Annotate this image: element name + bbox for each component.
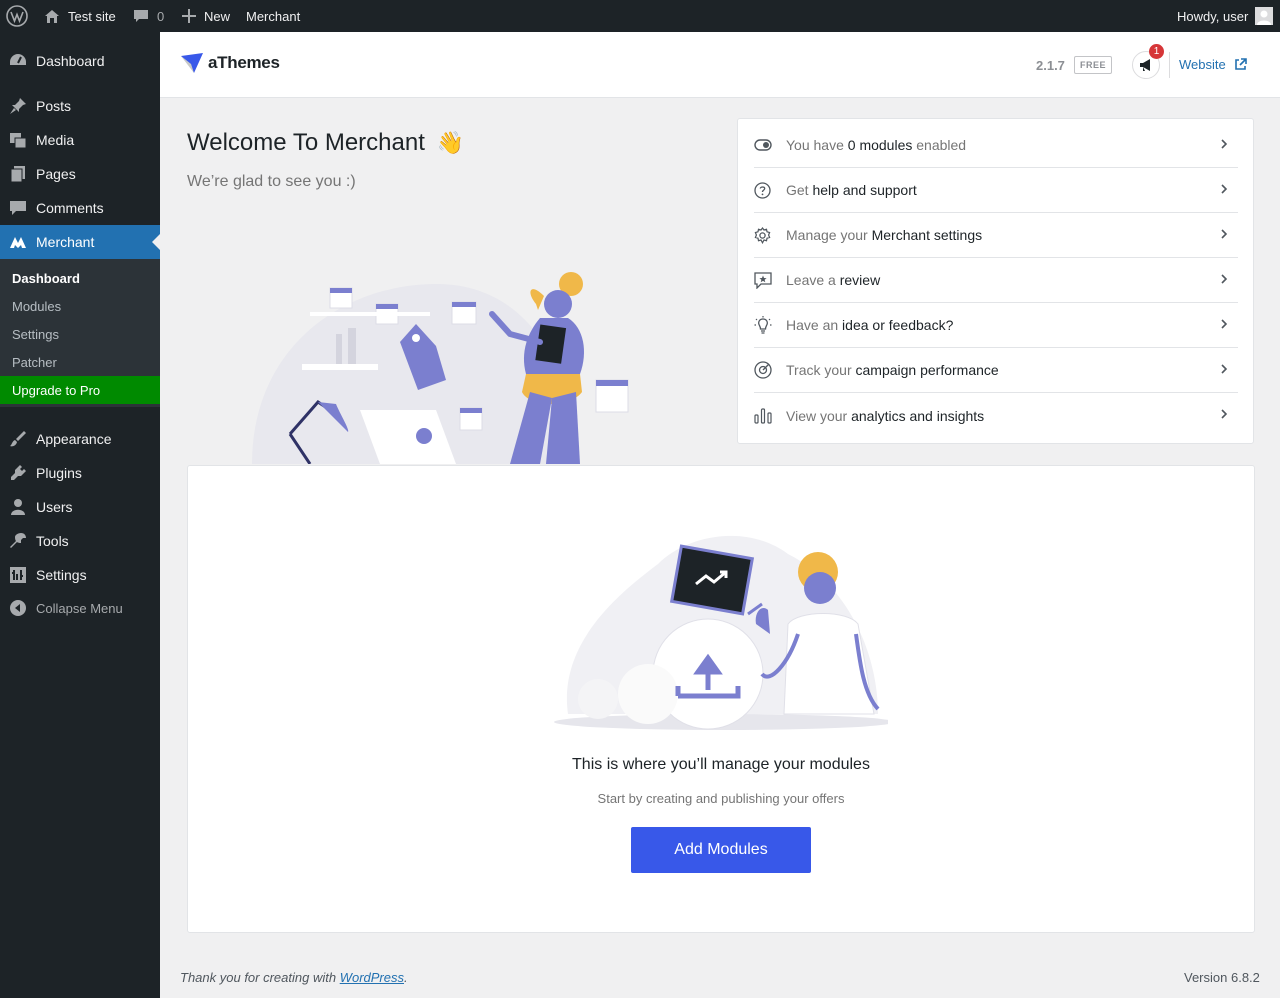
free-badge: FREE (1074, 56, 1112, 74)
plus-icon (182, 9, 196, 23)
merchant-submenu: Dashboard Modules Settings Patcher Upgra… (0, 259, 160, 407)
sidebar-item-users[interactable]: Users (0, 490, 160, 524)
athemes-logo[interactable]: aThemes (180, 52, 280, 74)
admin-bar: Test site 0 New Merchant Howdy, user (0, 0, 1280, 32)
modules-empty-title: This is where you’ll manage your modules (572, 756, 870, 773)
footer-version: Version 6.8.2 (1184, 970, 1260, 985)
avatar (1255, 7, 1274, 25)
chevron-right-icon (1220, 317, 1228, 333)
target-icon (754, 361, 786, 379)
sidebar-item-media[interactable]: Media (0, 123, 160, 157)
sidebar-item-merchant[interactable]: Merchant (0, 225, 160, 259)
chevron-right-icon (1220, 182, 1228, 198)
plugin-header: aThemes 2.1.7 FREE 1 Website (160, 32, 1280, 98)
quick-link-leave-review[interactable]: Leave a review (754, 258, 1238, 303)
help-icon (754, 181, 786, 199)
wordpress-link[interactable]: WordPress (340, 970, 404, 985)
admin-sidebar: Dashboard Posts Media Pages Comments Mer… (0, 32, 160, 998)
home-icon (44, 8, 60, 24)
collapse-menu-button[interactable]: Collapse Menu (0, 591, 160, 625)
plugin-version: 2.1.7 (1036, 58, 1065, 73)
current-menu-arrow (152, 234, 160, 250)
pages-icon (0, 165, 36, 183)
review-icon (754, 271, 786, 289)
chevron-right-icon (1220, 407, 1228, 423)
add-modules-button[interactable]: Add Modules (631, 827, 811, 873)
welcome-illustration (252, 272, 629, 464)
sidebar-item-dashboard[interactable]: Dashboard (0, 44, 160, 78)
plug-icon (0, 464, 36, 482)
submenu-item-dashboard[interactable]: Dashboard (0, 264, 160, 292)
footer-thanks: Thank you for creating with WordPress. (180, 970, 408, 985)
comment-bubble-icon (133, 8, 149, 24)
brush-icon (0, 430, 36, 448)
quick-link-campaign-performance[interactable]: Track your campaign performance (754, 348, 1238, 393)
site-name-link[interactable]: Test site (44, 0, 116, 32)
sidebar-item-appearance[interactable]: Appearance (0, 422, 160, 456)
sidebar-item-pages[interactable]: Pages (0, 157, 160, 191)
merchant-adminbar-link[interactable]: Merchant (246, 0, 300, 32)
dashboard-icon (0, 52, 36, 70)
modules-empty-subtitle: Start by creating and publishing your of… (597, 791, 845, 806)
merchant-icon (0, 233, 36, 251)
chevron-right-icon (1220, 272, 1228, 288)
sidebar-item-comments[interactable]: Comments (0, 191, 160, 225)
submenu-item-upgrade[interactable]: Upgrade to Pro (0, 376, 160, 404)
bar-chart-icon (754, 407, 786, 424)
toggle-icon (754, 139, 786, 151)
lightbulb-icon (754, 316, 786, 334)
sidebar-item-posts[interactable]: Posts (0, 89, 160, 123)
wrench-icon (0, 532, 36, 550)
quick-link-analytics[interactable]: View your analytics and insights (754, 393, 1238, 438)
quick-links-card: You have 0 modules enabled Get help and … (737, 118, 1254, 444)
athemes-logo-icon (181, 53, 203, 73)
submenu-item-settings[interactable]: Settings (0, 320, 160, 348)
account-menu[interactable]: Howdy, user (1177, 0, 1274, 32)
modules-illustration (554, 535, 888, 730)
page-title: Welcome To Merchant 👋 (187, 129, 465, 156)
quick-link-idea-feedback[interactable]: Have an idea or feedback? (754, 303, 1238, 348)
quick-link-merchant-settings[interactable]: Manage your Merchant settings (754, 213, 1238, 258)
comments-link[interactable]: 0 (133, 0, 164, 32)
external-link-icon (1234, 58, 1247, 70)
wordpress-logo-icon[interactable] (6, 0, 28, 32)
modules-empty-state-card: This is where you’ll manage your modules… (187, 465, 1255, 933)
chevron-right-icon (1220, 227, 1228, 243)
sidebar-item-tools[interactable]: Tools (0, 524, 160, 558)
collapse-icon (0, 600, 36, 616)
user-icon (0, 498, 36, 516)
quick-link-help-support[interactable]: Get help and support (754, 168, 1238, 213)
submenu-item-patcher[interactable]: Patcher (0, 348, 160, 376)
new-content-link[interactable]: New (182, 0, 230, 32)
pin-icon (0, 97, 36, 115)
submenu-item-modules[interactable]: Modules (0, 292, 160, 320)
settings-icon (0, 566, 36, 584)
header-divider (1169, 52, 1170, 78)
sidebar-item-settings[interactable]: Settings (0, 558, 160, 592)
media-icon (0, 131, 36, 149)
notification-count-badge: 1 (1149, 44, 1164, 59)
comment-icon (0, 199, 36, 217)
chevron-right-icon (1220, 137, 1228, 153)
page-subtitle: We’re glad to see you :) (187, 173, 356, 190)
sidebar-item-plugins[interactable]: Plugins (0, 456, 160, 490)
gear-icon (754, 226, 786, 244)
quick-link-modules-enabled[interactable]: You have 0 modules enabled (754, 123, 1238, 168)
waving-hand-emoji: 👋 (436, 130, 465, 155)
website-link[interactable]: Website (1179, 57, 1247, 72)
chevron-right-icon (1220, 362, 1228, 378)
megaphone-icon (1140, 59, 1150, 71)
